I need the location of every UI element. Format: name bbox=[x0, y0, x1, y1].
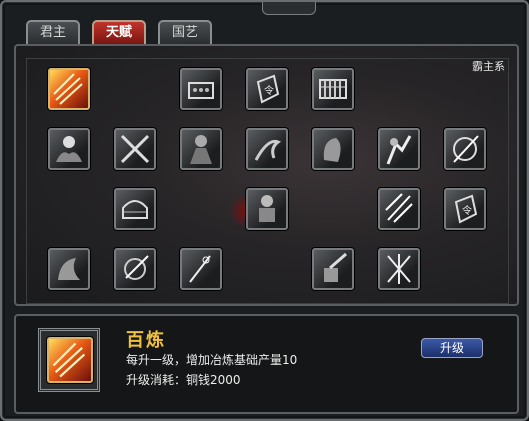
blade-fist-icon bbox=[324, 252, 347, 282]
treasure-box-icon bbox=[188, 82, 214, 99]
fighter-strike-icon bbox=[386, 135, 412, 165]
orb-hand-icon bbox=[56, 136, 82, 162]
armored-warrior-icon bbox=[259, 195, 275, 222]
selected-skill-frame bbox=[38, 328, 100, 392]
dragon-icon bbox=[254, 139, 282, 161]
tab-monarch[interactable]: 君主 bbox=[26, 20, 80, 44]
spear-thrust-icon bbox=[189, 255, 211, 283]
abacus-icon bbox=[319, 79, 347, 99]
spin-slash-icon bbox=[124, 255, 149, 280]
skill-slot-vortex-slash[interactable] bbox=[444, 128, 486, 170]
skill-slot-token[interactable]: 令 bbox=[246, 68, 288, 110]
skill-slot-triple-sword[interactable] bbox=[378, 248, 420, 290]
talent-window: 君主 天赋 国艺 霸主系 令 令 百炼 每升一级，增加冶炼基础产量10 升级消耗… bbox=[0, 0, 529, 421]
skill-slot-blade-fist[interactable] bbox=[312, 248, 354, 290]
flame-burst-icon bbox=[52, 342, 86, 378]
skill-slot-fighter-strike[interactable] bbox=[378, 128, 420, 170]
skill-slot-light-rays[interactable] bbox=[378, 188, 420, 230]
skill-slot-beast[interactable] bbox=[48, 248, 90, 290]
skill-description: 每升一级，增加冶炼基础产量10 bbox=[126, 353, 298, 367]
svg-text:令: 令 bbox=[264, 84, 274, 97]
yurt-icon bbox=[122, 200, 148, 219]
crossed-swords-icon bbox=[120, 134, 150, 164]
talent-tree-panel: 霸主系 令 令 bbox=[14, 44, 519, 306]
ninja-icon bbox=[190, 135, 212, 164]
skill-slot-warrior-head[interactable] bbox=[312, 128, 354, 170]
skill-slot-orb-hand[interactable] bbox=[48, 128, 90, 170]
skill-slot-abacus[interactable] bbox=[312, 68, 354, 110]
skill-info-panel: 百炼 每升一级，增加冶炼基础产量10 升级消耗：铜钱2000 升级 bbox=[14, 314, 519, 414]
skill-slot-crossed-swords[interactable] bbox=[114, 128, 156, 170]
skill-slot-token-2[interactable]: 令 bbox=[444, 188, 486, 230]
skill-slot-treasure-box[interactable] bbox=[180, 68, 222, 110]
series-label: 霸主系 bbox=[472, 60, 505, 73]
warrior-head-icon bbox=[323, 138, 341, 162]
skill-slot-armored-warrior[interactable] bbox=[246, 188, 288, 230]
upgrade-button[interactable]: 升级 bbox=[421, 338, 483, 358]
skill-cost: 升级消耗：铜钱2000 bbox=[126, 373, 241, 387]
skill-name: 百炼 bbox=[126, 330, 166, 351]
selected-skill-icon-box bbox=[47, 337, 93, 383]
skill-slot-yurt[interactable] bbox=[114, 188, 156, 230]
skill-slot-ninja[interactable] bbox=[180, 128, 222, 170]
skill-slot-spear-thrust[interactable] bbox=[180, 248, 222, 290]
beast-icon bbox=[58, 258, 80, 280]
vortex-slash-icon bbox=[453, 135, 479, 163]
triple-sword-icon bbox=[387, 254, 411, 284]
skill-slot-dragon[interactable] bbox=[246, 128, 288, 170]
flame-burst-icon bbox=[53, 73, 83, 105]
token-plaque-icon: 令 bbox=[454, 194, 478, 224]
light-rays-icon bbox=[385, 193, 413, 223]
tab-national-arts[interactable]: 国艺 bbox=[158, 20, 212, 44]
svg-text:令: 令 bbox=[462, 204, 472, 217]
skill-slot-baillian[interactable] bbox=[48, 68, 90, 110]
token-plaque-icon: 令 bbox=[256, 74, 280, 104]
title-ornament bbox=[262, 2, 316, 15]
skill-slot-spin-slash[interactable] bbox=[114, 248, 156, 290]
tab-talent[interactable]: 天赋 bbox=[92, 20, 146, 44]
